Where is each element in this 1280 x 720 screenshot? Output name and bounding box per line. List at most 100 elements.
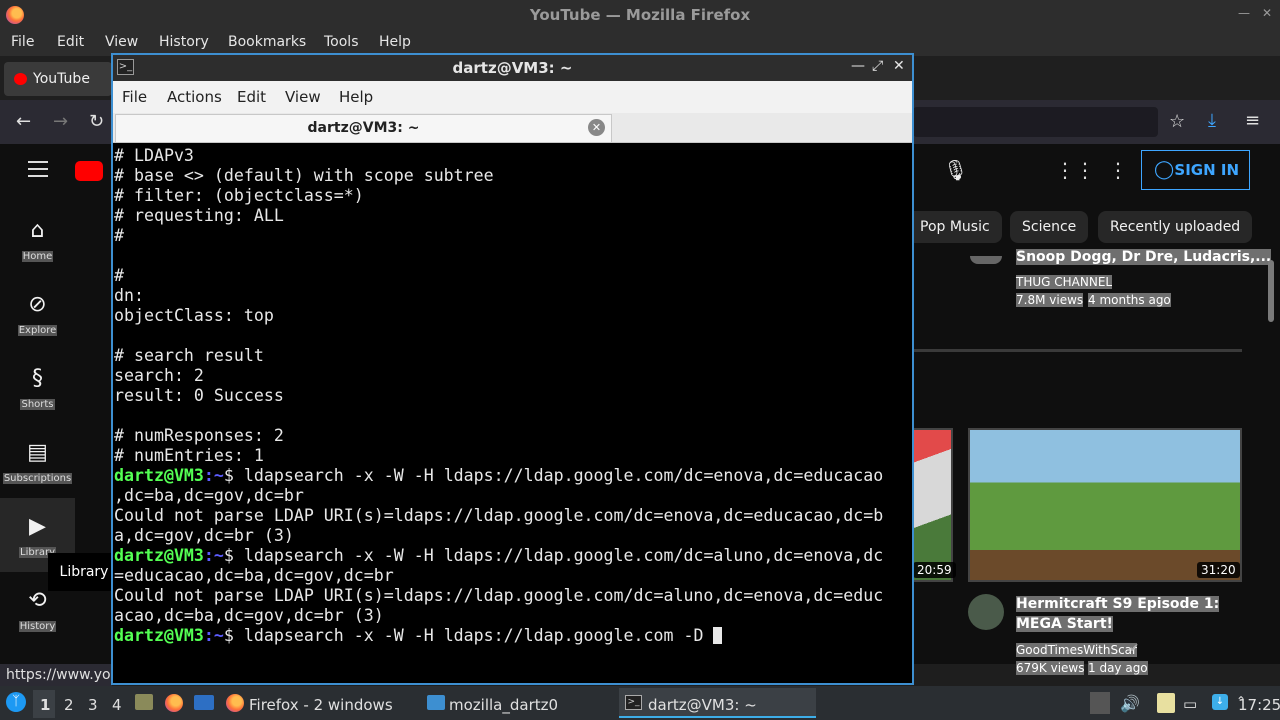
folder-icon <box>427 695 445 710</box>
terminal-line-text: # base <> (default) with scope subtree <box>114 166 494 185</box>
prompt-user: dartz@VM3 <box>114 546 204 565</box>
chip-recently-uploaded[interactable]: Recently uploaded <box>1098 211 1253 243</box>
guide-item-explore[interactable]: ⊘ Explore <box>0 292 75 337</box>
menu-history[interactable]: History <box>159 34 209 50</box>
terminal-line-text: =educacao,dc=ba,dc=gov,dc=br <box>114 566 394 585</box>
terminal-menu-help[interactable]: Help <box>339 88 373 106</box>
chip-science[interactable]: Science <box>1010 211 1089 243</box>
video-title-line[interactable]: Hermitcraft S9 Episode 1: <box>1016 596 1220 612</box>
menu-file[interactable]: File <box>11 34 34 50</box>
apps-grid-icon[interactable]: ⋮⋮ <box>1055 158 1095 182</box>
back-icon[interactable]: ← <box>16 111 31 132</box>
close-icon[interactable]: ✕ <box>1262 6 1272 20</box>
firefox-logo-icon <box>6 6 24 24</box>
terminal-menu-edit[interactable]: Edit <box>237 88 266 106</box>
guide-item-home[interactable]: ⌂ Home <box>0 218 75 263</box>
prompt-path: :~ <box>203 466 224 485</box>
tab-close-icon[interactable]: ✕ <box>588 119 605 136</box>
chip-pop-music[interactable]: Pop Music <box>908 211 1002 243</box>
video-views: 679K views <box>1016 661 1085 675</box>
terminal-line: Could not parse LDAP URI(s)=ldaps://ldap… <box>114 506 883 526</box>
desktop-3[interactable]: 3 <box>88 696 98 714</box>
video-channel[interactable]: THUG CHANNEL <box>1016 275 1113 289</box>
terminal-line: =educacao,dc=ba,dc=gov,dc=br <box>114 566 883 586</box>
guide-label-shorts: Shorts <box>20 399 55 410</box>
page-scrollbar[interactable] <box>1268 260 1274 322</box>
show-desktop-icon[interactable] <box>194 695 214 710</box>
hamburger-menu-icon[interactable] <box>28 161 48 177</box>
terminal-menu-file[interactable]: File <box>122 88 147 106</box>
library-tooltip: Library <box>48 553 120 591</box>
desktop-2[interactable]: 2 <box>64 696 74 714</box>
task-terminal[interactable]: dartz@VM3: ~ <box>648 696 757 714</box>
video-views: 7.8M views <box>1016 293 1084 307</box>
channel-avatar[interactable] <box>968 594 1004 630</box>
terminal-menu-actions[interactable]: Actions <box>167 88 222 106</box>
clock[interactable]: 17:25 <box>1238 696 1280 714</box>
terminal-cursor <box>713 627 723 644</box>
terminal-line-text: # numResponses: 2 <box>114 426 284 445</box>
minimize-icon[interactable]: — <box>1238 6 1250 20</box>
prompt-user: dartz@VM3 <box>114 626 204 645</box>
more-options-icon[interactable]: ⋮ <box>1108 158 1128 182</box>
video-title-line[interactable]: MEGA Start! <box>1016 616 1113 632</box>
task-file-manager[interactable]: mozilla_dartz0 <box>449 696 558 714</box>
app-launcher-icon[interactable]: ᛉ <box>6 692 26 712</box>
terminal-line-text: # requesting: ALL <box>114 206 284 225</box>
youtube-logo[interactable] <box>75 161 103 181</box>
network-icon[interactable]: ▭ <box>1183 695 1197 713</box>
terminal-line-text: # filter: (objectclass=*) <box>114 186 364 205</box>
minimize-icon[interactable]: — <box>851 58 865 74</box>
terminal-line: dartz@VM3:~$ ldapsearch -x -W -H ldaps:/… <box>114 626 883 646</box>
close-icon[interactable]: ✕ <box>893 58 905 74</box>
terminal-menubar <box>113 81 912 113</box>
url-bar[interactable] <box>913 107 1158 137</box>
microphone-icon[interactable]: 🎙 <box>943 158 968 182</box>
home-icon: ⌂ <box>30 218 45 243</box>
reload-icon[interactable]: ↻ <box>89 111 104 132</box>
status-url: https://www.you <box>0 664 112 686</box>
guide-item-history[interactable]: ⟲ History <box>0 588 75 633</box>
menu-help[interactable]: Help <box>379 34 411 50</box>
terminal-window-title: dartz@VM3: ~ <box>452 59 573 77</box>
video-channel[interactable]: GoodTimesWithScar <box>1016 643 1137 657</box>
video-title[interactable]: Snoop Dogg, Dr Dre, Ludacris,... <box>1016 249 1272 265</box>
maximize-icon[interactable]: ⤢ <box>872 58 883 74</box>
menu-tools[interactable]: Tools <box>324 34 359 50</box>
video-age: 1 day ago <box>1088 661 1148 675</box>
task-firefox[interactable]: Firefox - 2 windows <box>249 696 393 714</box>
terminal-line-text: Could not parse LDAP URI(s)=ldaps://ldap… <box>114 586 884 605</box>
terminal-line-text: # LDAPv3 <box>114 146 194 165</box>
guide-item-shorts[interactable]: § Shorts <box>0 366 75 411</box>
volume-icon[interactable]: 🔊 <box>1120 694 1140 713</box>
menu-view[interactable]: View <box>105 34 138 50</box>
prompt-user: dartz@VM3 <box>114 466 204 485</box>
video-thumbnail[interactable] <box>968 428 1242 582</box>
menu-bookmarks[interactable]: Bookmarks <box>228 34 306 50</box>
desktop-4[interactable]: 4 <box>112 696 122 714</box>
guide-item-subscriptions[interactable]: ▤ Subscriptions <box>0 440 75 485</box>
download-icon[interactable]: ⤓ <box>1208 110 1216 131</box>
terminal-title-bar[interactable]: dartz@VM3: ~ <box>113 55 912 81</box>
terminal-menu-view[interactable]: View <box>285 88 321 106</box>
desktop-1[interactable]: 1 <box>40 696 50 714</box>
terminal-line-text: search: 2 <box>114 366 204 385</box>
terminal-tab[interactable]: dartz@VM3: ~ <box>115 114 612 143</box>
menu-edit[interactable]: Edit <box>57 34 84 50</box>
sign-in-button[interactable]: ◯ SIGN IN <box>1141 150 1250 190</box>
forward-icon[interactable]: → <box>53 111 68 132</box>
terminal-task-icon: >_ <box>625 695 642 710</box>
clipboard-icon[interactable] <box>1157 693 1175 713</box>
firefox-launcher-icon[interactable] <box>165 694 183 712</box>
bookmark-star-icon[interactable]: ☆ <box>1169 111 1185 132</box>
file-manager-icon[interactable] <box>135 694 153 710</box>
section-divider <box>913 349 1242 352</box>
video-thumbnail[interactable] <box>911 428 953 582</box>
terminal-line: objectClass: top <box>114 306 883 326</box>
updates-icon[interactable]: ↓ <box>1212 694 1228 710</box>
terminal-line: # <box>114 266 883 286</box>
channel-avatar[interactable] <box>970 256 1002 264</box>
terminal-tab-label: dartz@VM3: ~ <box>307 120 420 136</box>
app-menu-icon[interactable]: ≡ <box>1245 110 1260 131</box>
terminal-output[interactable]: # LDAPv3 # base <> (default) with scope s… <box>113 146 912 682</box>
